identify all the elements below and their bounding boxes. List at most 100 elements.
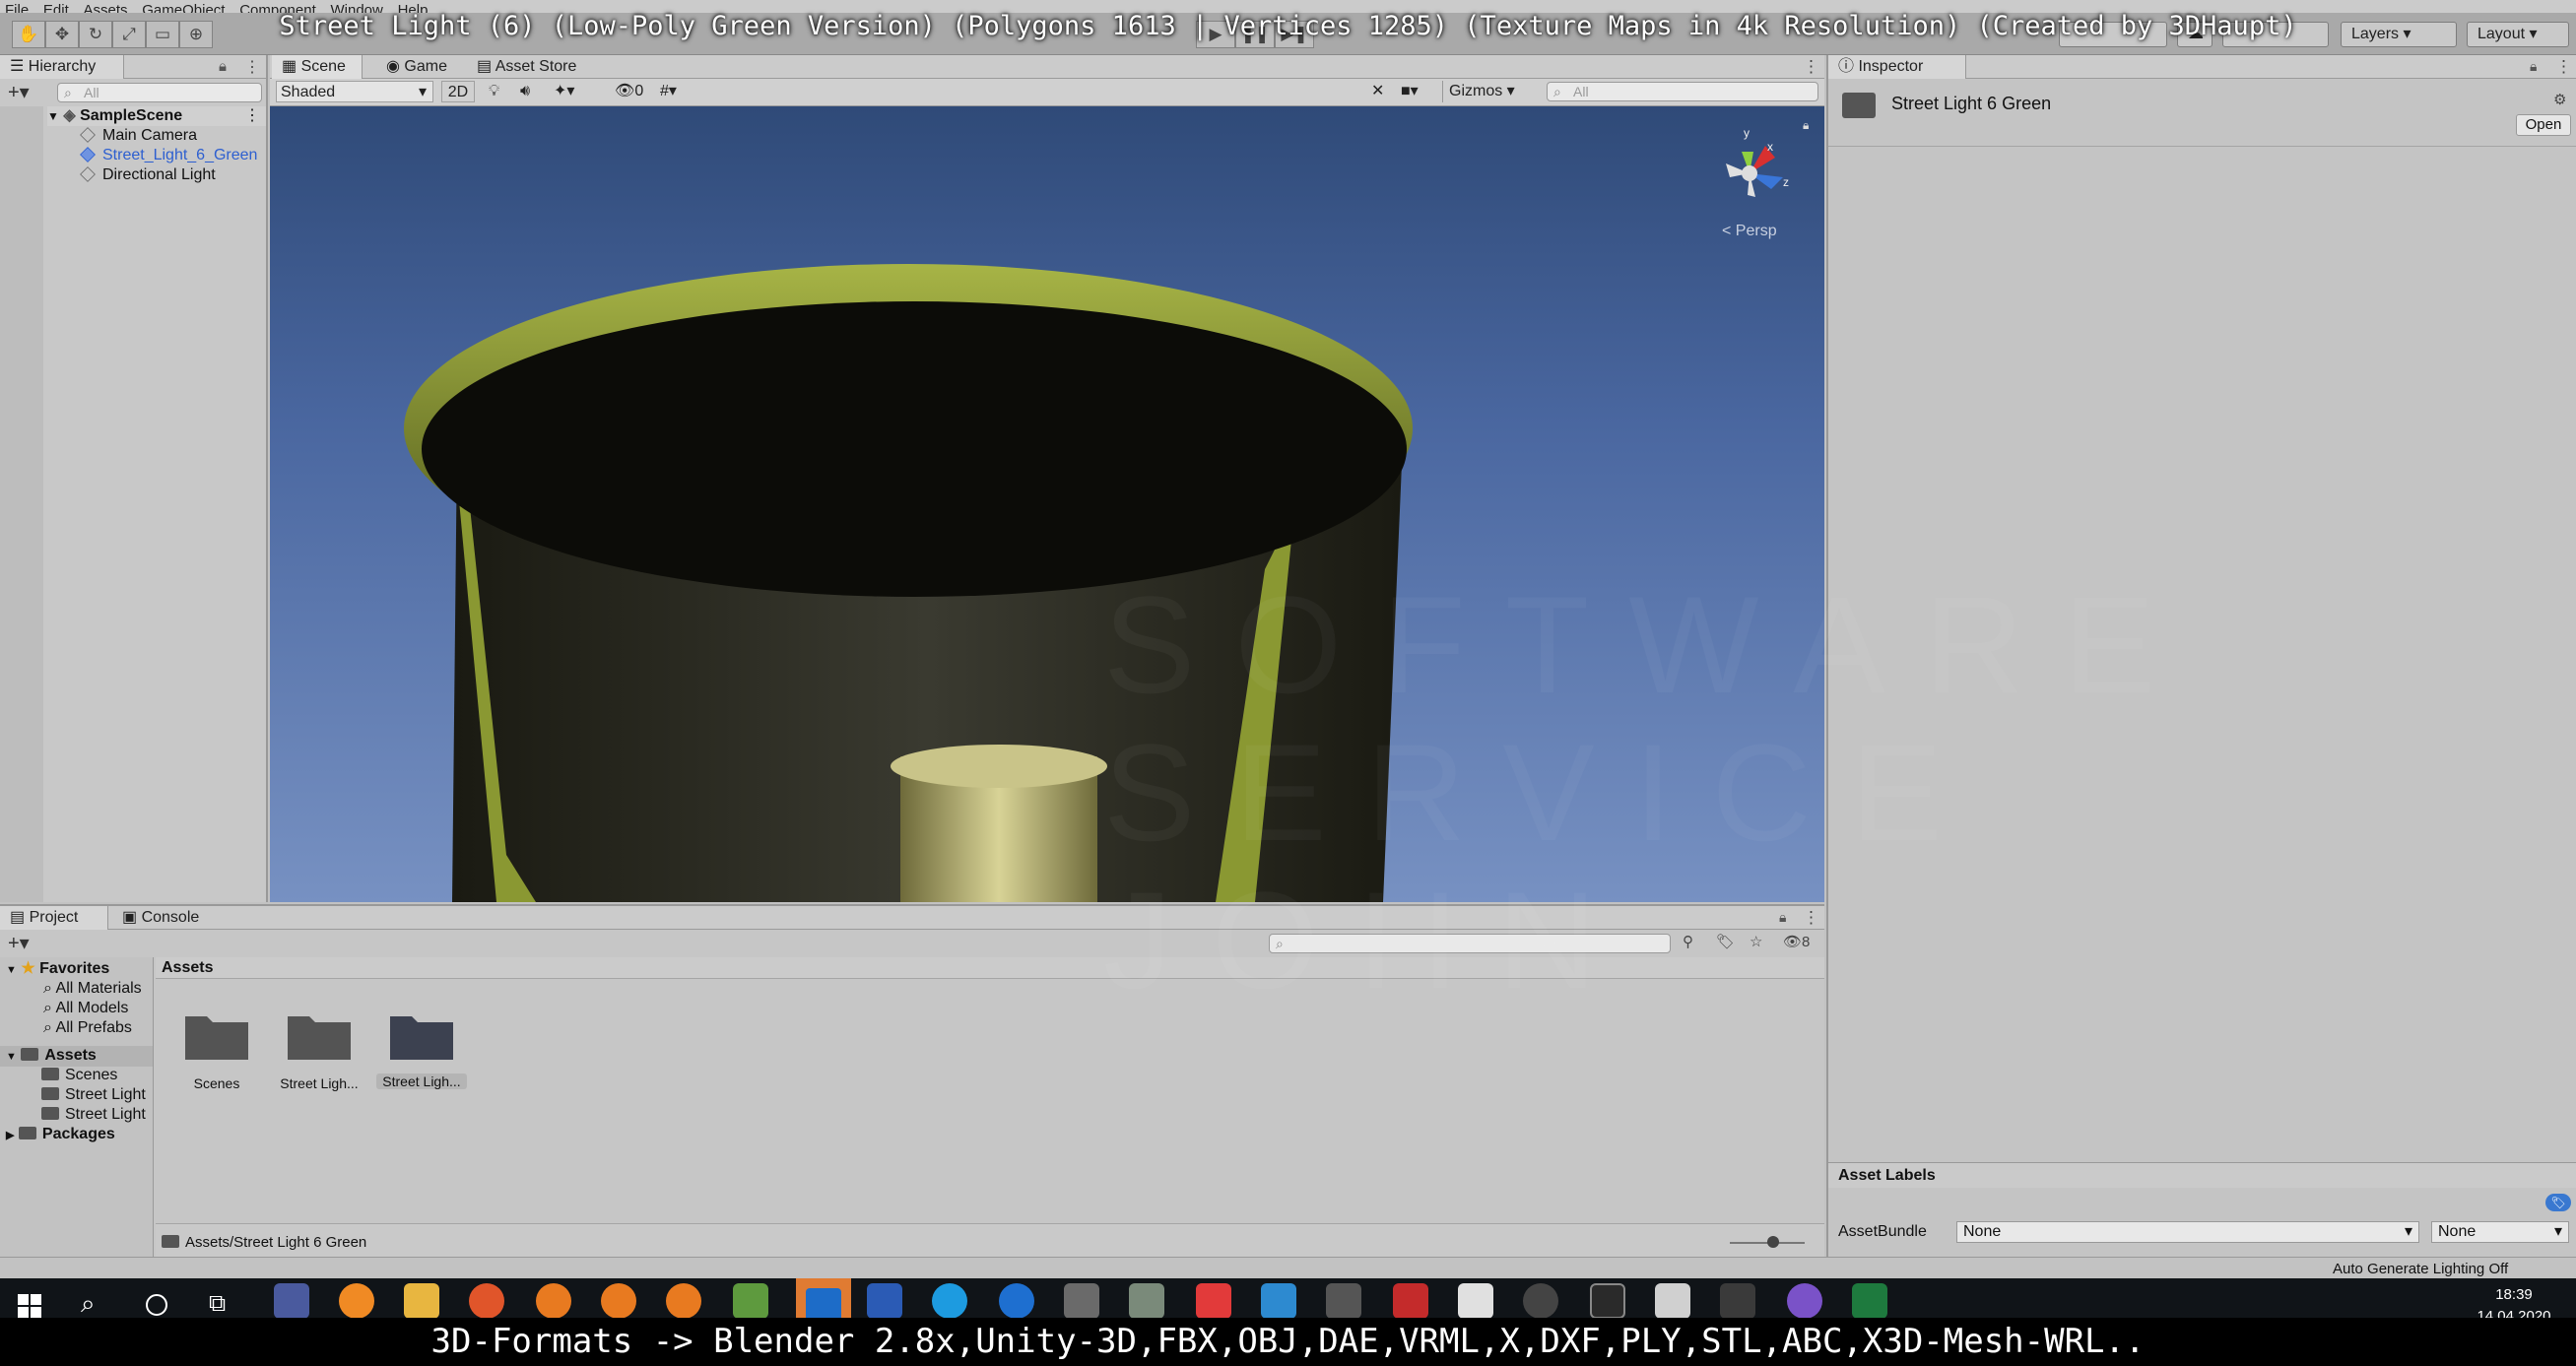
unity-editor-icon[interactable] — [1590, 1283, 1625, 1319]
app-icon[interactable] — [1655, 1283, 1690, 1319]
shading-mode-dropdown[interactable]: Shaded ▾ — [276, 81, 433, 102]
scene-menu-icon[interactable]: ⋮ — [244, 106, 260, 126]
label-tag-icon[interactable]: 🏷︎ — [2545, 1194, 2571, 1211]
hidden-objects-toggle[interactable]: 👁︎0 — [615, 81, 643, 102]
tab-hierarchy[interactable]: ☰ Hierarchy — [0, 55, 124, 79]
tools-icon[interactable]: ✕ — [1371, 81, 1384, 102]
access-icon[interactable] — [1393, 1283, 1428, 1319]
inspector-header: ⓘ Inspector 🔒︎ ⋮ — [1828, 55, 2576, 79]
favorites-item[interactable]: ⌕ All Prefabs — [43, 1018, 132, 1038]
asset-label: Street Ligh... — [280, 1075, 359, 1091]
grid-toggle-icon[interactable]: #▾ — [660, 81, 677, 102]
calculator-icon[interactable] — [1720, 1283, 1755, 1319]
pole-collar — [891, 745, 1107, 788]
blender-icon[interactable] — [536, 1283, 571, 1319]
tab-asset-store[interactable]: ▤ Asset Store — [467, 55, 584, 79]
asset-folder-street-light-green[interactable] — [388, 1008, 455, 1062]
vivaldi-icon[interactable] — [1196, 1283, 1231, 1319]
folder-icon — [185, 1016, 248, 1060]
kebab-menu-icon[interactable]: ⋮ — [2555, 57, 2572, 77]
favorites-item[interactable]: ⌕ All Models — [43, 999, 128, 1018]
search-icon: ⌕ — [64, 85, 72, 100]
camera-dropdown-icon[interactable]: ■▾ — [1401, 81, 1419, 102]
expand-arrow-icon[interactable]: ▼ — [47, 109, 59, 123]
axis-gizmo-icon — [1726, 146, 1783, 197]
hierarchy-item-main-camera[interactable]: Main Camera — [80, 126, 197, 146]
orientation-gizmo[interactable]: y x z — [1706, 126, 1793, 213]
hierarchy-item-street-light[interactable]: Street_Light_6_Green — [80, 146, 257, 165]
gameobject-icon — [80, 166, 96, 182]
assetbundle-variant-dropdown[interactable]: None ▾ — [2431, 1221, 2569, 1243]
video-title-overlay: Street Light (6) (Low-Poly Green Version… — [279, 11, 2297, 41]
word-icon[interactable] — [867, 1283, 902, 1319]
effects-toggle-icon[interactable]: ✦▾ — [554, 81, 574, 102]
search-icon[interactable]: ⌕ — [81, 1288, 96, 1320]
maps-icon[interactable] — [1787, 1283, 1822, 1319]
task-view-icon[interactable]: ⧉ — [209, 1290, 226, 1318]
firefox-icon[interactable] — [469, 1283, 504, 1319]
tab-console[interactable]: ▣ Console — [112, 906, 207, 930]
hierarchy-item-directional-light[interactable]: Directional Light — [80, 165, 216, 185]
slider-thumb[interactable] — [1767, 1236, 1779, 1248]
favorites-item[interactable]: ⌕ All Materials — [43, 979, 142, 999]
assets-folder-item[interactable]: Street Light — [41, 1085, 146, 1105]
hierarchy-search-input[interactable]: ⌕ All — [57, 83, 262, 102]
excel-icon[interactable] — [1852, 1283, 1887, 1319]
tab-inspector[interactable]: ⓘ Inspector — [1828, 55, 1966, 79]
assetbundle-dropdown[interactable]: None ▾ — [1956, 1221, 2419, 1243]
3d-viewer-icon[interactable] — [1064, 1283, 1099, 1319]
unity-hub-icon[interactable] — [1458, 1283, 1493, 1319]
unity-scene-icon: ◈ — [63, 107, 76, 124]
assets-folder-item[interactable]: Scenes — [41, 1066, 117, 1085]
projection-label[interactable]: < Persp — [1722, 223, 1777, 240]
tab-project[interactable]: ▤ Project — [0, 906, 108, 930]
settings-gear-icon[interactable]: ⚙ — [2553, 91, 2566, 108]
asset-folder-street-light[interactable] — [286, 1008, 353, 1062]
tab-scene[interactable]: ▦ Scene — [272, 55, 363, 79]
kebab-menu-icon[interactable]: ⋮ — [1803, 57, 1819, 77]
file-explorer-icon[interactable] — [404, 1283, 439, 1319]
audio-toggle-icon[interactable]: 🔊︎ — [520, 81, 530, 102]
lock-icon[interactable]: 🔒︎ — [219, 58, 227, 75]
hierarchy-gutter — [0, 106, 43, 902]
asset-folder-scenes[interactable] — [183, 1008, 250, 1062]
hierarchy-scene-row[interactable]: ▼ ◈ SampleScene ⋮ — [47, 106, 266, 126]
packages-row[interactable]: ▶ Packages — [6, 1125, 115, 1145]
lock-icon[interactable]: 🔒︎ — [2530, 58, 2537, 75]
assets-folder-item[interactable]: Street Light — [41, 1105, 146, 1125]
favorites-row[interactable]: ▼ ★ Favorites — [6, 959, 109, 980]
kebab-menu-icon[interactable]: ⋮ — [244, 57, 260, 77]
save-app-icon[interactable] — [274, 1283, 309, 1319]
folder-icon — [162, 1235, 179, 1248]
scene-search-input[interactable]: ⌕ All — [1547, 82, 1818, 101]
edge-icon[interactable] — [999, 1283, 1034, 1319]
search-icon: ⌕ — [43, 980, 52, 997]
gizmos-dropdown[interactable]: Gizmos ▾ — [1442, 81, 1515, 102]
open-button[interactable]: Open — [2516, 114, 2571, 136]
image-editor-icon[interactable] — [733, 1283, 768, 1319]
lighting-toggle-icon[interactable]: 💡︎ — [489, 81, 499, 102]
toggle-2d-button[interactable]: 2D — [441, 81, 475, 102]
create-plus-icon[interactable]: +▾ — [8, 934, 30, 953]
lighting-status[interactable]: Auto Generate Lighting Off — [2333, 1261, 2508, 1277]
firefox-dev-icon[interactable] — [339, 1283, 374, 1319]
app-icon[interactable] — [1326, 1283, 1361, 1319]
skype-icon[interactable] — [932, 1283, 967, 1319]
cortana-icon[interactable] — [146, 1294, 167, 1316]
search-icon: ⌕ — [43, 1000, 52, 1016]
blender-icon[interactable] — [666, 1283, 701, 1319]
windows-start-icon[interactable] — [18, 1294, 41, 1318]
app-icon[interactable] — [1261, 1283, 1296, 1319]
tab-game[interactable]: ◉ Game — [376, 55, 455, 79]
inspector-asset-name: Street Light 6 Green — [1891, 94, 2052, 113]
folder-icon — [41, 1068, 59, 1080]
folder-icon — [21, 1048, 39, 1061]
gizmo-lock-icon[interactable]: 🔒︎ — [1803, 118, 1809, 133]
app-icon[interactable] — [1129, 1283, 1164, 1319]
assets-row[interactable]: ▼ Assets — [0, 1046, 153, 1067]
obs-icon[interactable] — [1523, 1283, 1558, 1319]
star-icon: ★ — [21, 960, 35, 977]
create-plus-icon[interactable]: +▾ — [8, 83, 30, 102]
folder-icon — [1842, 93, 1876, 118]
blender-icon[interactable] — [601, 1283, 636, 1319]
